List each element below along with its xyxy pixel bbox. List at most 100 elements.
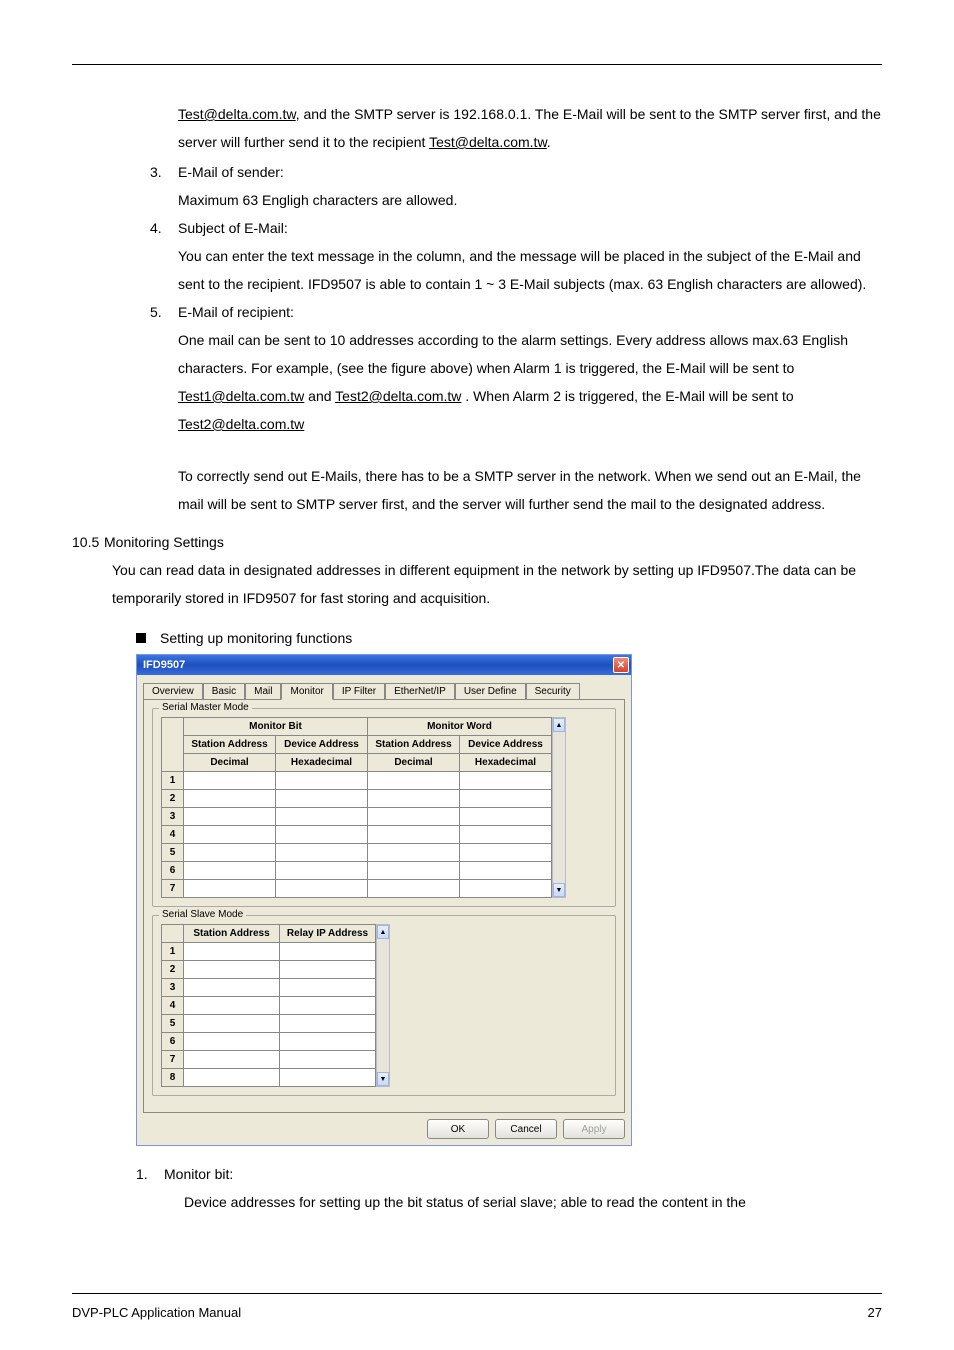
tab-userdefine[interactable]: User Define [455, 683, 526, 699]
col-subheader: Hexadecimal [276, 754, 368, 772]
cell[interactable] [368, 826, 460, 844]
group-serial-slave: Serial Slave Mode Station Address Relay … [152, 915, 616, 1096]
cell[interactable] [368, 844, 460, 862]
tab-ethernetip[interactable]: EtherNet/IP [385, 683, 455, 699]
row-header: 7 [162, 1051, 184, 1069]
footer-rule [72, 1293, 882, 1294]
cell[interactable] [184, 1069, 280, 1087]
cell[interactable] [276, 880, 368, 898]
tab-monitor[interactable]: Monitor [281, 683, 332, 700]
group-serial-master: Serial Master Mode Monitor Bit Monitor W… [152, 708, 616, 907]
cell[interactable] [184, 997, 280, 1015]
cell[interactable] [368, 862, 460, 880]
row-header: 7 [162, 880, 184, 898]
continuation-paragraph: Test@delta.com.tw, and the SMTP server i… [178, 100, 882, 156]
apply-button[interactable]: Apply [563, 1119, 625, 1139]
scrollbar-vertical[interactable]: ▲ ▼ [376, 924, 390, 1087]
cell[interactable] [184, 790, 276, 808]
col-subheader: Decimal [368, 754, 460, 772]
cell[interactable] [460, 844, 552, 862]
cell[interactable] [368, 808, 460, 826]
scroll-up-icon[interactable]: ▲ [553, 718, 565, 732]
cell[interactable] [184, 826, 276, 844]
cell[interactable] [184, 808, 276, 826]
scrollbar-vertical[interactable]: ▲ ▼ [552, 717, 566, 898]
cell[interactable] [276, 772, 368, 790]
row-header: 6 [162, 1033, 184, 1051]
cell[interactable] [280, 943, 376, 961]
group-title: Serial Slave Mode [159, 909, 246, 920]
email-link: Test@delta.com.tw [429, 134, 547, 150]
cell[interactable] [460, 862, 552, 880]
list-body: Maximum 63 Engligh characters are allowe… [178, 186, 882, 214]
text: One mail can be sent to 10 addresses acc… [178, 332, 848, 376]
cell[interactable] [280, 961, 376, 979]
cell[interactable] [276, 790, 368, 808]
after-dialog-text: 1. Monitor bit: Device addresses for set… [72, 1160, 882, 1216]
cell[interactable] [184, 1033, 280, 1051]
cell[interactable] [184, 862, 276, 880]
list-number: 4. [150, 214, 178, 242]
col-header: Station Address [184, 736, 276, 754]
col-header: Station Address [368, 736, 460, 754]
dialog-buttons: OK Cancel Apply [143, 1119, 625, 1139]
cell[interactable] [280, 997, 376, 1015]
cell[interactable] [184, 844, 276, 862]
ok-button[interactable]: OK [427, 1119, 489, 1139]
cell[interactable] [280, 979, 376, 997]
cell[interactable] [460, 772, 552, 790]
cell[interactable] [280, 1069, 376, 1087]
scroll-down-icon[interactable]: ▼ [377, 1072, 389, 1086]
cell[interactable] [280, 1051, 376, 1069]
cell[interactable] [276, 808, 368, 826]
cell[interactable] [184, 1015, 280, 1033]
text: and [304, 388, 335, 404]
cell[interactable] [184, 979, 280, 997]
row-header: 3 [162, 979, 184, 997]
tab-security[interactable]: Security [526, 683, 580, 699]
header-rule [72, 64, 882, 65]
list-body: Device addresses for setting up the bit … [184, 1188, 882, 1216]
section-number: 10.5 [72, 528, 104, 556]
cell[interactable] [460, 808, 552, 826]
dialog-title: IFD9507 [143, 659, 185, 671]
cell[interactable] [460, 826, 552, 844]
cell[interactable] [460, 880, 552, 898]
row-header: 1 [162, 943, 184, 961]
tab-mail[interactable]: Mail [245, 683, 281, 699]
cell[interactable] [276, 844, 368, 862]
row-header: 4 [162, 997, 184, 1015]
list-number: 3. [150, 158, 178, 186]
cell[interactable] [276, 862, 368, 880]
row-header: 2 [162, 790, 184, 808]
cell[interactable] [280, 1015, 376, 1033]
dialog-figure: IFD9507 ✕ Overview Basic Mail Monitor IP… [136, 654, 882, 1146]
page-content: Test@delta.com.tw, and the SMTP server i… [72, 100, 882, 1216]
scroll-up-icon[interactable]: ▲ [377, 925, 389, 939]
footer-left: DVP-PLC Application Manual [72, 1305, 241, 1320]
list-title: Subject of E-Mail: [178, 220, 288, 236]
cell[interactable] [184, 880, 276, 898]
close-button[interactable]: ✕ [613, 657, 629, 673]
text: . [547, 134, 551, 150]
cell[interactable] [184, 772, 276, 790]
cell[interactable] [368, 790, 460, 808]
cancel-button[interactable]: Cancel [495, 1119, 557, 1139]
row-header: 4 [162, 826, 184, 844]
page-footer: DVP-PLC Application Manual 27 [72, 1305, 882, 1320]
tab-basic[interactable]: Basic [203, 683, 245, 699]
cell[interactable] [280, 1033, 376, 1051]
tab-ipfilter[interactable]: IP Filter [333, 683, 385, 699]
tab-overview[interactable]: Overview [143, 683, 203, 699]
list-title: E-Mail of sender: [178, 164, 284, 180]
scroll-down-icon[interactable]: ▼ [553, 883, 565, 897]
cell[interactable] [184, 943, 280, 961]
close-icon: ✕ [617, 660, 625, 671]
cell[interactable] [368, 880, 460, 898]
cell[interactable] [184, 1051, 280, 1069]
col-header: Device Address [460, 736, 552, 754]
cell[interactable] [460, 790, 552, 808]
cell[interactable] [184, 961, 280, 979]
cell[interactable] [368, 772, 460, 790]
cell[interactable] [276, 826, 368, 844]
